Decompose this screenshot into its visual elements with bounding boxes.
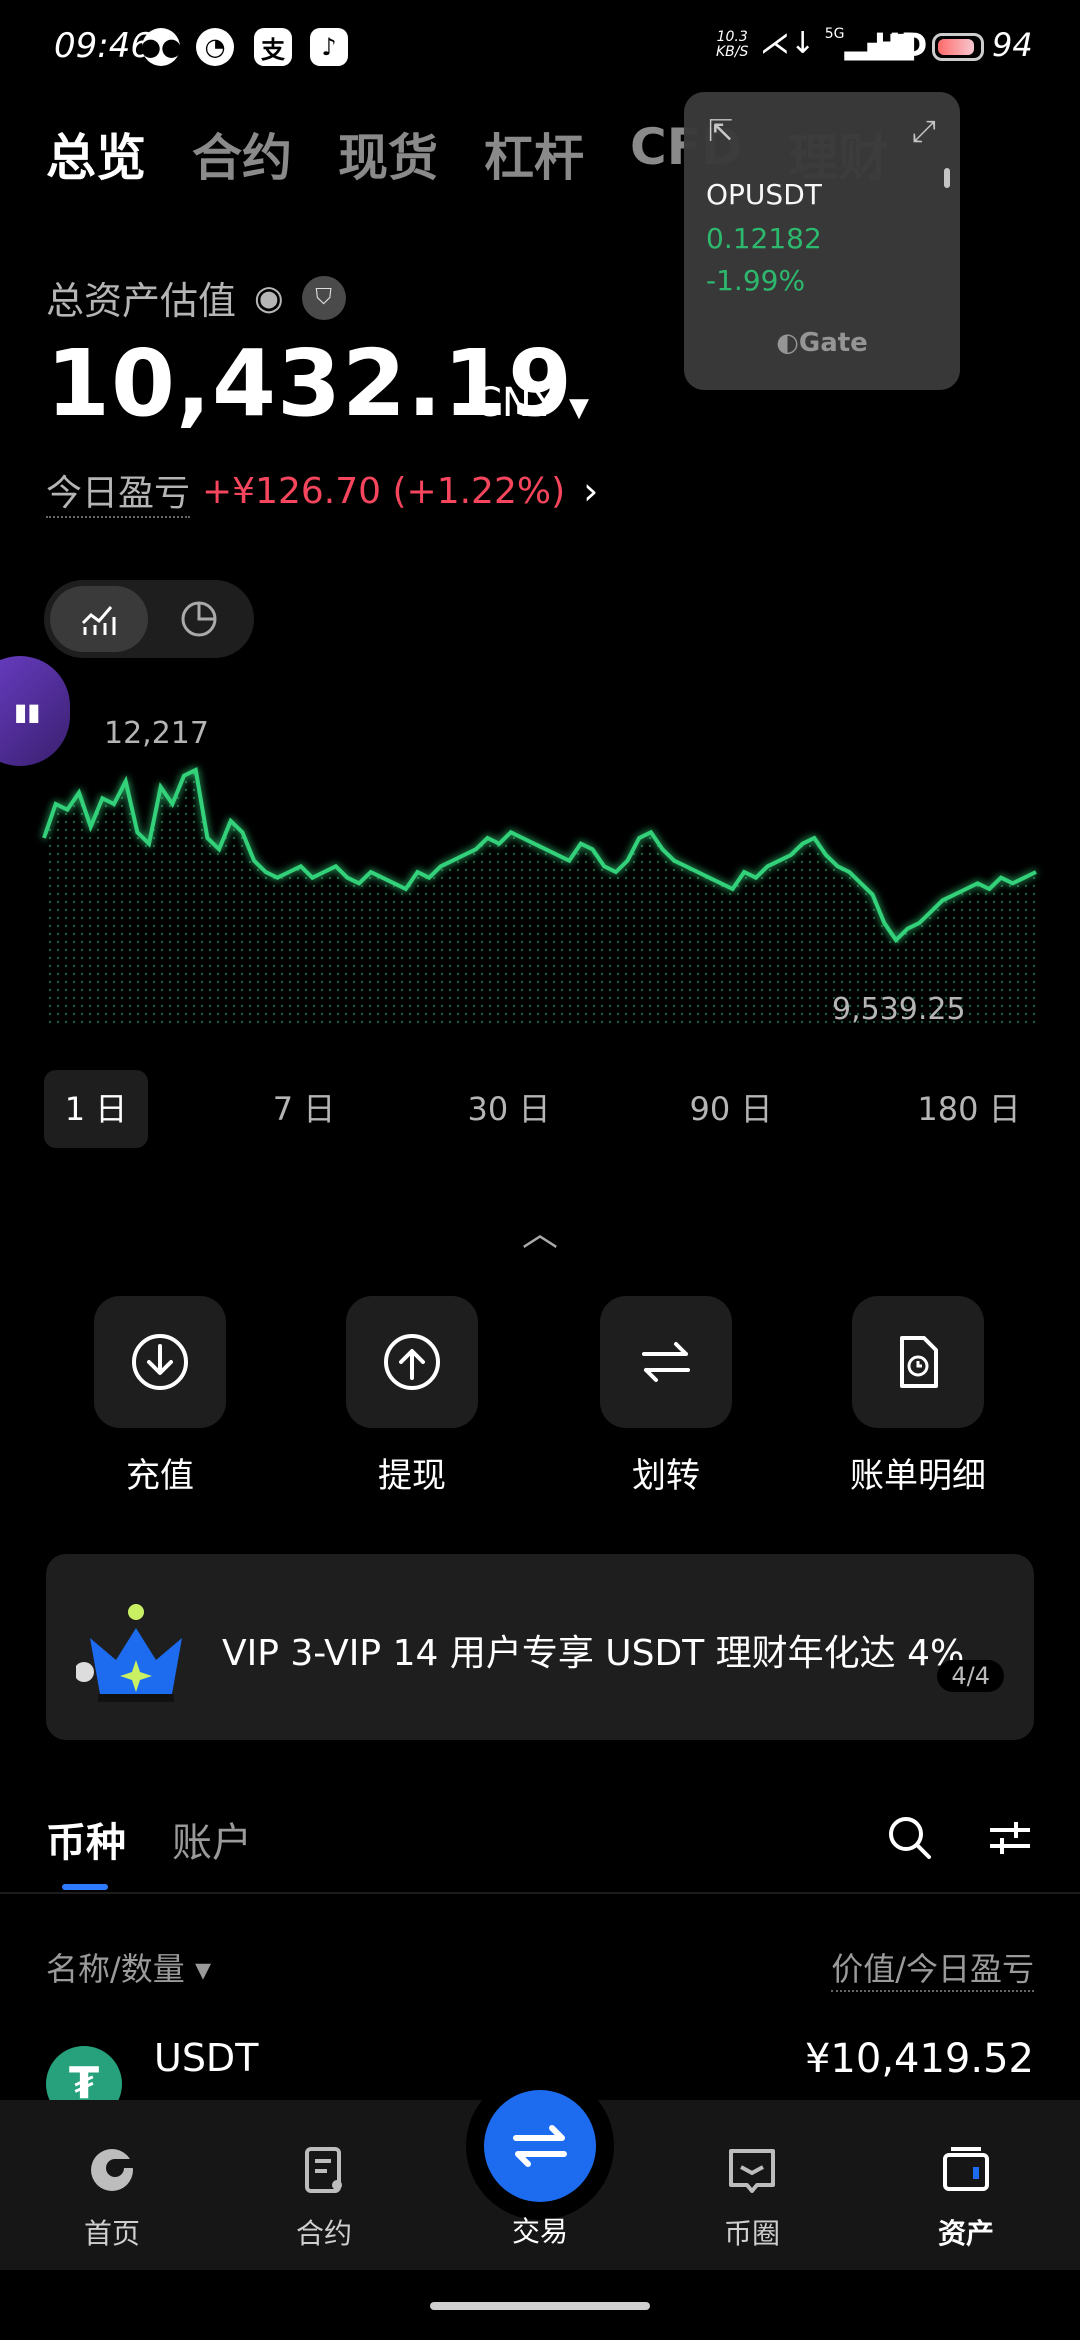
widget-price: 0.12182	[706, 222, 822, 255]
tab-spot[interactable]: 现货	[338, 118, 438, 190]
chart-max-label: 12,217	[104, 716, 209, 751]
deposit-button[interactable]: 充值	[94, 1296, 226, 1497]
withdraw-icon	[384, 1334, 440, 1390]
tab-accounts[interactable]: 账户	[172, 1810, 252, 1868]
range-180d[interactable]: 180 日	[906, 1070, 1032, 1148]
battery-level: 94	[992, 26, 1033, 64]
nav-home[interactable]: 首页	[42, 2140, 182, 2252]
chart-area-fill	[44, 770, 1036, 1026]
transfer-button[interactable]: 划转	[600, 1296, 732, 1497]
banner-page-indicator: 4/4	[937, 1660, 1004, 1692]
widget-symbol: OPUSDT	[706, 178, 822, 211]
weibo-icon: ◔	[196, 28, 234, 66]
tiktok-icon: ♪	[310, 28, 348, 66]
filter-icon[interactable]	[988, 1818, 1032, 1858]
gate-logo-icon: ◐	[776, 328, 799, 358]
net-speed: 10.3 KB/S	[716, 29, 749, 60]
hd-indicator: HD	[874, 26, 928, 64]
chart-type-toggle	[44, 580, 254, 658]
nav-contract-label: 合约	[295, 2217, 352, 2250]
line-chart-icon	[81, 606, 116, 635]
bill-detail-button[interactable]: 账单明细	[850, 1296, 986, 1497]
status-time: 09:46	[54, 26, 152, 66]
withdraw-button[interactable]: 提现	[346, 1296, 478, 1497]
swap-icon	[513, 2125, 567, 2167]
wallet-icon	[943, 2147, 989, 2191]
nav-trade-label[interactable]: 交易	[460, 2210, 620, 2250]
nav-community[interactable]: 币圈	[682, 2140, 822, 2252]
chart-min-label: 9,539.25	[832, 992, 966, 1027]
nav-home-label: 首页	[83, 2217, 140, 2250]
widget-change: -1.99%	[706, 264, 806, 297]
deposit-label: 充值	[126, 1456, 194, 1496]
widget-scrollbar	[944, 168, 950, 188]
floating-price-widget[interactable]: ⇱ ⤢ OPUSDT 0.12182 -1.99% ◐Gate	[684, 92, 960, 390]
divider	[0, 1892, 1080, 1894]
currency-selector[interactable]: CNY ▼	[474, 380, 589, 426]
tab-coins[interactable]: 币种	[46, 1810, 126, 1868]
home-icon	[91, 2149, 133, 2191]
exit-float-icon[interactable]: ⇱	[708, 114, 733, 149]
deposit-icon	[132, 1334, 188, 1390]
promo-banner[interactable]: VIP 3-VIP 14 用户专享 USDT 理财年化达 4% 4/4	[46, 1554, 1034, 1740]
search-icon[interactable]	[886, 1814, 934, 1862]
asset-estimate-label: 总资产估值 ◉ ⛉	[46, 270, 346, 325]
nav-assets-label: 资产	[937, 2217, 994, 2250]
asset-chart	[42, 767, 1037, 1026]
nav-assets[interactable]: 资产	[896, 2140, 1036, 2252]
range-1d[interactable]: 1 日	[44, 1070, 148, 1148]
caret-down-icon: ▼	[569, 393, 590, 423]
tab-overview[interactable]: 总览	[46, 118, 146, 190]
range-7d[interactable]: 7 日	[254, 1070, 354, 1148]
pnl-label: 今日盈亏	[46, 464, 191, 518]
tab-indicator	[62, 1884, 108, 1890]
chevron-right-icon: ›	[583, 469, 599, 513]
range-90d[interactable]: 90 日	[676, 1070, 786, 1148]
pie-chart-toggle[interactable]	[150, 586, 248, 652]
chevron-up-icon[interactable]: ︿	[522, 1204, 558, 1256]
withdraw-label: 提现	[378, 1456, 446, 1496]
eye-icon[interactable]: ◉	[254, 278, 284, 318]
coin-symbol[interactable]: USDT	[154, 2036, 258, 2080]
shield-icon[interactable]: ⛉	[301, 275, 346, 320]
status-bar: 09:46 ●● ◔ 支 ♪ 10.3 KB/S ⋌↓ 5G▂▄▆ HD 94	[0, 0, 1080, 90]
line-chart-toggle[interactable]	[50, 586, 148, 652]
value-pnl-header[interactable]: 价值/今日盈亏	[831, 1944, 1034, 1992]
home-indicator	[430, 2302, 650, 2310]
expand-icon[interactable]: ⤢	[912, 114, 936, 149]
today-pnl[interactable]: 今日盈亏 +¥126.70 (+1.22%) ›	[46, 464, 598, 518]
battery-icon	[932, 33, 984, 61]
time-range-selector: 1 日 7 日 30 日 90 日 180 日	[44, 1070, 1038, 1148]
community-icon	[729, 2149, 775, 2193]
pie-chart-icon	[181, 601, 217, 637]
bill-label: 账单明细	[850, 1456, 986, 1496]
nav-contract[interactable]: 合约	[254, 2140, 394, 2252]
alipay-icon: 支	[254, 28, 292, 66]
nav-community-label: 币圈	[723, 2217, 780, 2250]
banner-text: VIP 3-VIP 14 用户专享 USDT 理财年化达 4%	[222, 1633, 965, 1674]
sort-name-header[interactable]: 名称/数量 ▾	[46, 1944, 211, 1990]
transfer-icon	[642, 1342, 690, 1382]
tab-margin[interactable]: 杠杆	[484, 118, 584, 190]
bill-icon	[900, 1336, 938, 1388]
coin-value: ¥10,419.52	[804, 2036, 1034, 2082]
range-30d[interactable]: 30 日	[454, 1070, 564, 1148]
contract-icon	[305, 2147, 342, 2193]
tab-contract[interactable]: 合约	[192, 118, 292, 190]
transfer-label: 划转	[632, 1456, 700, 1496]
wechat-icon: ●●	[140, 28, 182, 66]
crown-icon	[76, 1604, 182, 1702]
trade-button[interactable]	[484, 2090, 596, 2202]
pnl-value: +¥126.70 (+1.22%)	[202, 470, 566, 512]
gate-logo: ◐Gate	[776, 328, 868, 358]
